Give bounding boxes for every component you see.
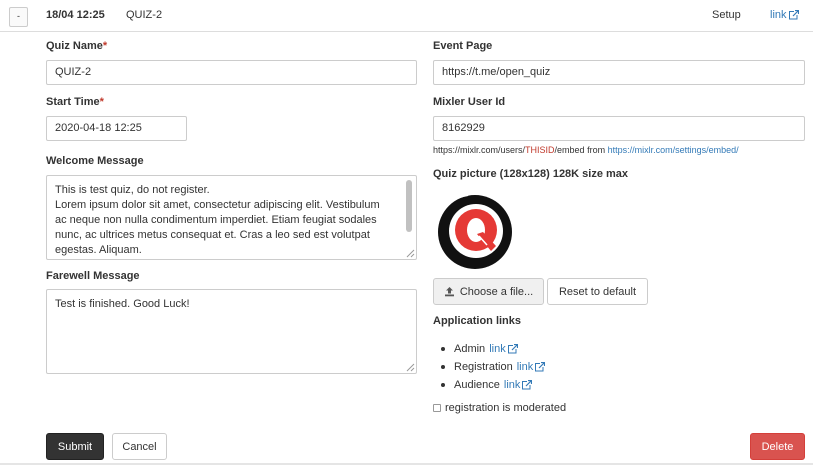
delete-label: Delete (761, 440, 794, 453)
welcome-line: ac neque non nulla condimentum imperdiet… (55, 214, 377, 226)
quiz-header: - 18/04 12:25 QUIZ-2 Setup link (0, 0, 813, 32)
welcome-line: nunc, ac ultrices metus consequat et. Cr… (55, 229, 370, 241)
scrollbar-thumb[interactable] (406, 180, 412, 232)
external-link-icon (788, 10, 799, 20)
mixler-user-id-input[interactable]: 8162929 (433, 116, 805, 141)
welcome-message-label: Welcome Message (46, 155, 144, 167)
mixlr-settings-link[interactable]: https://mixlr.com/settings/embed/ (608, 145, 739, 155)
quiz-date: 18/04 12:25 (46, 9, 105, 21)
quiz-picture-label: Quiz picture (128x128) 128K size max (433, 168, 629, 180)
external-link-icon (507, 344, 518, 354)
reset-label: Reset to default (558, 285, 637, 298)
registration-link[interactable]: link (517, 361, 546, 373)
header-link[interactable]: link (770, 9, 799, 21)
submit-button[interactable]: Submit (46, 433, 104, 460)
external-link-icon (522, 380, 533, 390)
start-time-input[interactable]: 2020-04-18 12:25 (46, 116, 187, 141)
quiz-title: QUIZ-2 (126, 9, 163, 21)
quiz-name-label: Quiz Name* (46, 40, 108, 52)
start-time-label: Start Time* (46, 96, 104, 108)
required-mark: * (99, 96, 104, 108)
cancel-button[interactable]: Cancel (112, 433, 167, 460)
mixler-user-id-label: Mixler User Id (433, 96, 506, 108)
welcome-line: This is test quiz, do not register. (55, 184, 210, 196)
choose-file-button[interactable]: Choose a file... (433, 278, 544, 305)
event-page-input[interactable]: https://t.me/open_quiz (433, 60, 805, 85)
collapse-button[interactable]: - (9, 7, 28, 27)
farewell-message-textarea[interactable]: Test is finished. Good Luck! (46, 289, 417, 374)
farewell-text: Test is finished. Good Luck! (55, 298, 190, 310)
cancel-label: Cancel (122, 440, 157, 453)
registration-moderated-label[interactable]: registration is moderated (445, 402, 566, 414)
application-links-label: Application links (433, 315, 522, 327)
event-page-label: Event Page (433, 40, 493, 52)
app-link-name: Admin (454, 343, 486, 355)
bullet (441, 383, 445, 387)
app-link-name: Audience (454, 379, 500, 391)
required-mark: * (102, 40, 108, 52)
farewell-message-label: Farewell Message (46, 270, 140, 282)
mixlr-help-text: https://mixlr.com/users/THISID/embed fro… (433, 145, 739, 155)
list-item: Audience link (441, 376, 545, 394)
choose-file-label: Choose a file... (459, 285, 534, 298)
application-links-list: Admin link Registration link Audience li… (441, 340, 546, 394)
registration-moderated-row: registration is moderated (433, 402, 566, 414)
list-item: Admin link (441, 340, 545, 358)
resize-handle-icon[interactable] (406, 363, 415, 372)
thisid-placeholder: THISID (525, 145, 555, 155)
registration-moderated-checkbox[interactable] (433, 404, 441, 412)
welcome-line: egestas. Aliquam. (55, 244, 142, 256)
app-link-name: Registration (454, 361, 513, 373)
header-link-label: link (770, 9, 787, 21)
external-link-icon (535, 362, 546, 372)
reset-to-default-button[interactable]: Reset to default (547, 278, 648, 305)
welcome-line: Lorem ipsum dolor sit amet, consectetur … (55, 199, 380, 211)
bullet (441, 347, 445, 351)
bullet (441, 365, 445, 369)
delete-button[interactable]: Delete (750, 433, 805, 460)
list-item: Registration link (441, 358, 546, 376)
quiz-name-input[interactable]: QUIZ-2 (46, 60, 417, 85)
admin-link[interactable]: link (489, 343, 518, 355)
resize-handle-icon[interactable] (406, 249, 415, 258)
textarea-scrollbar[interactable] (404, 178, 414, 257)
welcome-message-textarea[interactable]: This is test quiz, do not register. Lore… (46, 175, 417, 260)
audience-link[interactable]: link (504, 379, 533, 391)
quiz-logo (438, 194, 512, 271)
setup-label: Setup (712, 9, 741, 21)
submit-label: Submit (57, 440, 93, 453)
upload-icon (444, 287, 454, 297)
